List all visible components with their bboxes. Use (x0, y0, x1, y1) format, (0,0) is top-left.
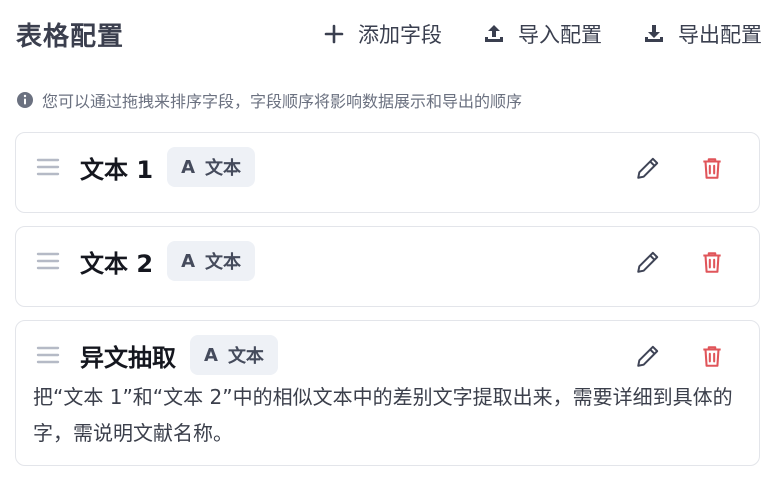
field-row: 异文抽取 A 文本 (16, 335, 759, 375)
drag-handle-icon[interactable] (36, 249, 60, 273)
hint-label: 您可以通过拖拽来排序字段，字段顺序将影响数据展示和导出的顺序 (42, 92, 523, 111)
field-type-label: 文本 (227, 346, 264, 367)
hint-text: 您可以通过拖拽来排序字段，字段顺序将影响数据展示和导出的顺序 (16, 88, 522, 112)
download-icon (645, 25, 663, 42)
trash-icon[interactable] (699, 155, 725, 181)
drag-handle-icon[interactable] (36, 343, 60, 367)
export-config-button[interactable]: 导出配置 (642, 19, 762, 49)
import-config-label: 导入配置 (518, 23, 602, 47)
field-type-label: 文本 (205, 252, 241, 273)
edit-icon[interactable] (635, 343, 661, 369)
trash-icon[interactable] (699, 249, 725, 275)
header-actions: 添加字段 导入配置 导出配置 (282, 14, 762, 54)
drag-handle-icon[interactable] (36, 155, 60, 179)
field-name: 文本 1 (80, 155, 154, 184)
field-name: 文本 2 (80, 249, 154, 278)
edit-icon[interactable] (635, 155, 661, 181)
info-icon (17, 92, 33, 108)
text-type-icon: A (181, 250, 195, 272)
field-type-label: 文本 (205, 158, 241, 179)
field-row: 文本 2 A 文本 (16, 241, 759, 281)
upload-icon (485, 25, 503, 42)
import-config-button[interactable]: 导入配置 (482, 19, 602, 49)
edit-icon[interactable] (635, 249, 661, 275)
text-type-icon: A (204, 344, 218, 366)
field-card: 异文抽取 A 文本 把“文本 1”和“文本 2”中的相似文本中的差别文字提取出来… (15, 320, 760, 466)
page-title: 表格配置 (16, 21, 125, 52)
trash-icon[interactable] (699, 343, 725, 369)
field-type-badge: A 文本 (167, 241, 255, 281)
field-card: 文本 2 A 文本 (15, 226, 760, 307)
text-type-icon: A (181, 156, 195, 178)
field-type-badge: A 文本 (167, 147, 255, 187)
plus-icon (324, 24, 344, 44)
field-description: 把“文本 1”和“文本 2”中的相似文本中的差别文字提取出来，需要详细到具体的字… (33, 385, 733, 445)
add-field-button[interactable]: 添加字段 (322, 19, 442, 49)
export-config-label: 导出配置 (678, 23, 762, 47)
field-name: 异文抽取 (80, 343, 176, 372)
field-type-badge: A 文本 (190, 335, 278, 375)
field-card: 文本 1 A 文本 (15, 132, 760, 213)
field-row: 文本 1 A 文本 (16, 147, 759, 187)
page-header: 表格配置 添加字段 导入配置 导出配置 (16, 14, 762, 54)
add-field-label: 添加字段 (358, 23, 442, 47)
